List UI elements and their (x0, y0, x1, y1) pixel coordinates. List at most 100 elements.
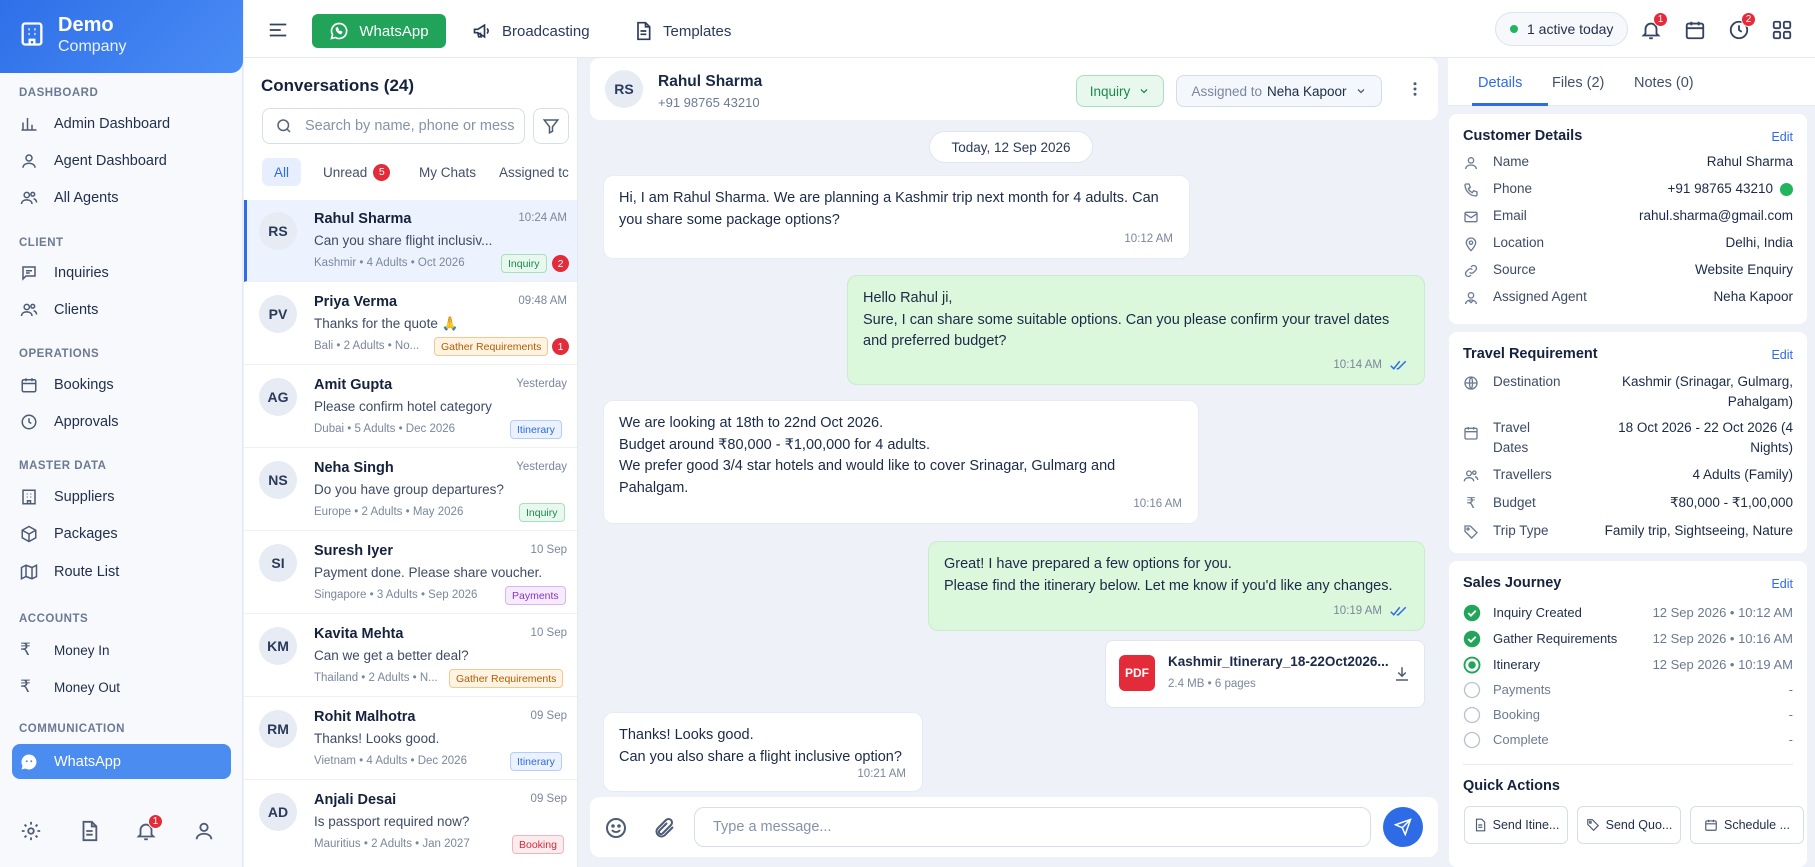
conversation-item[interactable]: RM Rohit Malhotra 09 Sep Thanks! Looks g… (244, 698, 577, 780)
sidebar-item-label: Money Out (54, 679, 121, 695)
online-dot (1510, 25, 1518, 33)
document-icon[interactable] (78, 820, 100, 842)
calendar-icon[interactable] (1684, 19, 1706, 41)
conversation-item[interactable]: PV Priya Verma 09:48 AM Thanks for the q… (244, 283, 577, 365)
sidebar-item-inquiries[interactable]: Inquiries (12, 256, 231, 290)
search-input[interactable]: Search by name, phone or mess (262, 108, 525, 144)
megaphone-icon (473, 23, 489, 39)
globe-icon (1464, 376, 1478, 390)
templates-tab[interactable]: Templates (633, 14, 731, 48)
tab-files[interactable]: Files (2) (1552, 75, 1604, 91)
sidebar-item-suppliers[interactable]: Suppliers (12, 480, 231, 514)
time-text: 10:21 AM (857, 767, 906, 780)
brand-header[interactable]: Demo Company (0, 0, 243, 73)
time-text: 10:14 AM (1333, 358, 1382, 371)
avatar: SI (259, 544, 297, 582)
contact-name: Anjali Desai (314, 792, 397, 808)
tab-notes[interactable]: Notes (0) (1634, 75, 1694, 91)
tab-unread[interactable]: Unread 5 (323, 158, 391, 186)
date-divider: Today, 12 Sep 2026 (929, 131, 1093, 163)
settings-icon[interactable] (20, 820, 42, 842)
status-badge: Itinerary (510, 420, 562, 439)
sidebar-item-admin-dashboard[interactable]: Admin Dashboard (12, 107, 231, 141)
filter-button[interactable] (533, 108, 569, 144)
status-badge: Payments (505, 586, 566, 605)
detail-label: Name (1493, 154, 1530, 169)
schedule-button[interactable]: Schedule ... (1690, 806, 1804, 844)
assignee-dropdown[interactable]: Assigned to Neha Kapoor (1176, 75, 1382, 107)
sidebar-item-label: Agent Dashboard (54, 153, 167, 169)
active-status-pill[interactable]: 1 active today (1495, 12, 1629, 46)
conversation-item[interactable]: SI Suresh Iyer 10 Sep Payment done. Plea… (244, 532, 577, 614)
sidebar-item-packages[interactable]: Packages (12, 517, 231, 551)
active-tab-indicator (1472, 103, 1548, 106)
sidebar-item-label: Bookings (54, 377, 114, 393)
sidebar-item-clients[interactable]: Clients (12, 293, 231, 327)
edit-journey-link[interactable]: Edit (1771, 577, 1793, 591)
sidebar-item-money-out[interactable]: ₹ Money Out (12, 670, 231, 704)
sidebar-item-bookings[interactable]: Bookings (12, 368, 231, 402)
edit-customer-link[interactable]: Edit (1771, 130, 1793, 144)
profile-icon[interactable] (193, 820, 215, 842)
send-button[interactable] (1383, 807, 1423, 847)
notification-badge: 1 (148, 814, 163, 829)
conversation-item[interactable]: RS Rahul Sharma 10:24 AM Can you share f… (244, 200, 577, 282)
sidebar-item-approvals[interactable]: Approvals (12, 405, 231, 439)
detail-label: Email (1493, 208, 1527, 223)
rupee-icon: ₹ (1466, 495, 1476, 512)
assignee-label: Assigned to (1191, 83, 1262, 99)
detail-label: Travel (1493, 420, 1531, 435)
detail-label: Destination (1493, 374, 1561, 389)
status-value: Inquiry (1089, 83, 1131, 99)
sidebar-item-route-list[interactable]: Route List (12, 555, 231, 589)
send-quote-button[interactable]: Send Quo... (1577, 806, 1681, 844)
contact-name: Rahul Sharma (314, 211, 412, 227)
conversation-item[interactable]: KM Kavita Mehta 10 Sep Can we get a bett… (244, 615, 577, 697)
filter-icon (542, 119, 560, 134)
sidebar-item-all-agents[interactable]: All Agents (12, 181, 231, 215)
message-time: 10:24 AM (518, 212, 567, 224)
status-badge: Inquiry (519, 503, 565, 522)
whatsapp-tab[interactable]: WhatsApp (312, 14, 446, 48)
apps-grid-icon[interactable] (1771, 19, 1793, 41)
conversation-item[interactable]: AD Anjali Desai 09 Sep Is passport requi… (244, 781, 577, 863)
status-dropdown[interactable]: Inquiry (1076, 75, 1164, 107)
pdf-attachment[interactable]: PDF Kashmir_Itinerary_18-22Oct2026... 2.… (1105, 640, 1425, 708)
conversation-item[interactable]: AG Amit Gupta Yesterday Please confirm h… (244, 366, 577, 448)
tab-all[interactable]: All (262, 158, 302, 186)
tab-my-chats[interactable]: My Chats (419, 158, 476, 186)
more-options-icon[interactable] (1406, 80, 1424, 98)
tab-assigned[interactable]: Assigned tc (499, 158, 569, 186)
message-input[interactable]: Type a message... (694, 807, 1371, 847)
tab-details[interactable]: Details (1478, 75, 1522, 91)
detail-value: +91 98765 43210 (1667, 181, 1773, 196)
message-preview: Is passport required now? (314, 814, 470, 829)
trip-meta: Europe • 2 Adults • May 2026 (314, 506, 464, 518)
top-bar: WhatsApp Broadcasting Templates 1 active… (244, 0, 1815, 58)
tag-icon (1586, 819, 1599, 832)
edit-travel-link[interactable]: Edit (1771, 348, 1793, 362)
chat-icon (22, 266, 36, 281)
message-time: 10:12 AM (1124, 229, 1173, 251)
broadcasting-tab-label: Broadcasting (502, 22, 590, 40)
download-icon[interactable] (1393, 665, 1411, 683)
pending-step-icon (1463, 706, 1481, 724)
section-dashboard: DASHBOARD (19, 87, 99, 99)
sidebar-item-whatsapp[interactable]: WhatsApp (12, 744, 231, 779)
sidebar-item-money-in[interactable]: ₹ Money In (12, 633, 231, 667)
avatar: NS (259, 461, 297, 499)
message-time: Yesterday (516, 378, 567, 390)
message-time: 09 Sep (530, 793, 567, 805)
tag-icon (1464, 525, 1478, 539)
attachment-icon[interactable] (653, 816, 677, 840)
message-preview: Can you share flight inclusiv... (314, 233, 493, 248)
detail-label: Location (1493, 235, 1545, 250)
sidebar-item-agent-dashboard[interactable]: Agent Dashboard (12, 144, 231, 178)
menu-icon[interactable] (267, 19, 289, 41)
rupee-icon: ₹ (20, 677, 31, 696)
emoji-icon[interactable] (604, 816, 628, 840)
broadcasting-tab[interactable]: Broadcasting (472, 14, 590, 48)
message-preview: Payment done. Please share voucher. (314, 565, 543, 580)
conversation-item[interactable]: NS Neha Singh Yesterday Do you have grou… (244, 449, 577, 531)
send-itinerary-button[interactable]: Send Itine... (1464, 806, 1568, 844)
